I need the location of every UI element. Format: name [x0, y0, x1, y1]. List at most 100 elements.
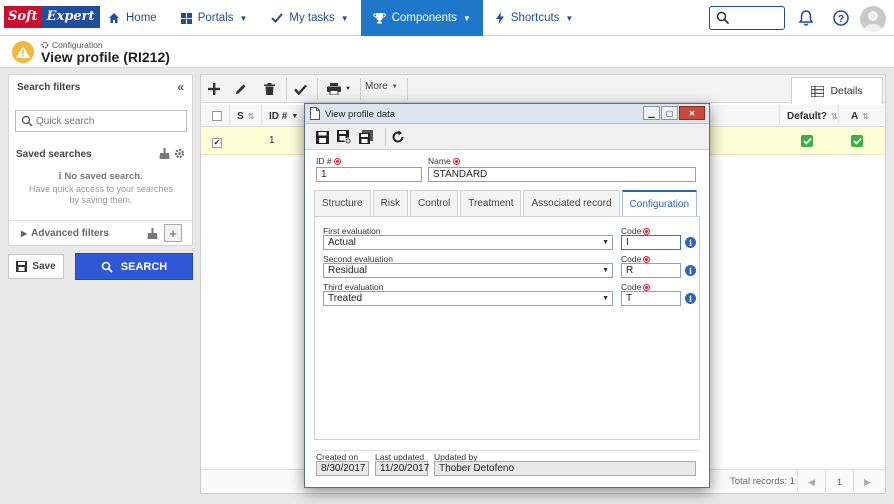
required-icon [643, 283, 651, 291]
saved-searches-title: Saved searches [16, 149, 92, 160]
row-checkbox[interactable]: ✔ [212, 136, 222, 148]
dialog-titlebar[interactable]: View profile data ▁ ▢ ✕ [305, 104, 709, 124]
tab-risk[interactable]: Risk [372, 190, 409, 216]
saved-searches-actions [159, 148, 185, 159]
save-search-label: Save [32, 261, 56, 272]
divider [360, 78, 361, 100]
more-menu-button[interactable]: More ▼ [365, 81, 398, 92]
close-button[interactable]: ✕ [679, 106, 705, 120]
check-icon [271, 13, 284, 23]
tab-treatment[interactable]: Treatment [460, 190, 522, 216]
prev-page-button[interactable]: ◀ [797, 470, 825, 494]
tab-configuration[interactable]: Configuration [621, 190, 698, 217]
page-number: 1 [825, 470, 853, 494]
required-icon [643, 255, 651, 263]
select-all-checkbox[interactable] [212, 105, 222, 127]
column-header-id[interactable]: ID # ▼ [269, 105, 298, 127]
first-evaluation-value: Actual [328, 237, 356, 248]
info-icon[interactable]: i [685, 293, 696, 304]
updated-by-field: Thober Detofeno [434, 461, 696, 476]
confirm-button[interactable] [289, 79, 311, 99]
chevron-down-icon: ▼ [602, 239, 609, 246]
id-label: ID # [316, 156, 341, 166]
chevron-down-icon: ▼ [239, 13, 248, 23]
code3-field[interactable]: T [621, 291, 681, 306]
collapse-panel-icon[interactable]: « [177, 80, 184, 94]
third-evaluation-select[interactable]: Treated ▼ [323, 291, 613, 306]
divider [314, 450, 700, 451]
second-evaluation-value: Residual [328, 265, 367, 276]
plus-icon [208, 83, 220, 95]
first-evaluation-select[interactable]: Actual ▼ [323, 235, 613, 250]
nav-home[interactable]: Home [96, 0, 169, 36]
window-controls: ▁ ▢ ✕ [643, 106, 705, 120]
records-toolbar: ▼ More ▼ Details [201, 75, 885, 104]
advanced-filters-label: Advanced filters [31, 228, 109, 239]
nav-portals[interactable]: Portals ▼ [169, 0, 260, 36]
divider [317, 78, 318, 100]
row-id-cell: 1 [269, 135, 275, 146]
second-evaluation-select[interactable]: Residual ▼ [323, 263, 613, 278]
softexpert-logo[interactable]: Soft Expert [4, 6, 100, 28]
tab-associated-record[interactable]: Associated record [523, 190, 620, 216]
advanced-filters-toggle[interactable]: ▶ Advanced filters [21, 228, 109, 239]
help-icon[interactable]: ? [832, 9, 850, 27]
tab-structure[interactable]: Structure [314, 190, 371, 216]
details-tab[interactable]: Details [791, 77, 883, 104]
divider [9, 220, 192, 221]
name-field[interactable]: STANDARD [428, 167, 696, 182]
global-search-input[interactable] [709, 6, 785, 30]
bell-icon[interactable] [797, 9, 815, 27]
add-button[interactable] [203, 79, 225, 99]
advanced-filters-actions: + [147, 224, 182, 242]
quick-search-field[interactable] [15, 110, 187, 132]
info-icon[interactable]: i [685, 237, 696, 248]
svg-text:?: ? [838, 14, 844, 25]
tab-control[interactable]: Control [410, 190, 459, 216]
page-title: View profile (RI212) [41, 49, 170, 65]
minimize-button[interactable]: ▁ [643, 106, 660, 120]
dialog-body: ID # 1 Name STANDARD Structure Risk Cont… [305, 150, 709, 487]
sort-icon: ⇅ [862, 111, 869, 121]
chevron-down-icon: ▼ [602, 267, 609, 274]
edit-button[interactable] [230, 79, 252, 99]
dialog-toolbar [305, 124, 709, 150]
search-filters-panel: Search filters « Saved searches ℹ No sav… [8, 74, 193, 246]
search-button-label: SEARCH [120, 260, 168, 273]
info-icon[interactable]: i [685, 265, 696, 276]
broom-icon[interactable] [147, 227, 158, 239]
save-search-button[interactable]: Save [8, 254, 64, 279]
trash-icon [263, 83, 275, 95]
column-header-s[interactable]: S ⇅ [237, 105, 254, 127]
maximize-button[interactable]: ▢ [661, 106, 678, 120]
code1-field[interactable]: I [621, 235, 681, 250]
save-and-new-button[interactable] [335, 128, 353, 146]
save-and-copy-button[interactable] [357, 128, 375, 146]
nav-components[interactable]: Components ▼ [360, 0, 483, 36]
print-button[interactable]: ▼ [322, 79, 356, 99]
logo-part-expert: Expert [41, 6, 100, 28]
column-default-label: Default? [787, 110, 827, 122]
save-button[interactable] [313, 128, 331, 146]
refresh-button[interactable] [389, 128, 407, 146]
avatar[interactable] [860, 6, 886, 32]
next-page-button[interactable]: ▶ [853, 470, 881, 494]
nav-shortcuts[interactable]: Shortcuts ▼ [483, 0, 586, 36]
required-icon [643, 227, 651, 235]
main-nav: Home Portals ▼ My tasks ▼ Components ▼ S… [96, 0, 585, 36]
gear-icon[interactable] [174, 148, 185, 159]
nav-my-tasks[interactable]: My tasks ▼ [259, 0, 360, 36]
column-header-a[interactable]: A ⇅ [851, 105, 869, 127]
id-field[interactable]: 1 [316, 167, 422, 182]
broom-icon[interactable] [159, 148, 170, 159]
column-header-default[interactable]: Default? ⇅ [787, 105, 838, 127]
search-button[interactable]: SEARCH [75, 253, 193, 280]
add-filter-button[interactable]: + [164, 224, 182, 242]
code2-field[interactable]: R [621, 263, 681, 278]
last-updated-field: 11/20/2017 [375, 461, 429, 476]
delete-button[interactable] [258, 79, 280, 99]
document-icon [310, 107, 320, 120]
quick-search-input[interactable] [36, 113, 184, 129]
chevron-down-icon: ▼ [345, 86, 351, 92]
divider [407, 78, 408, 100]
